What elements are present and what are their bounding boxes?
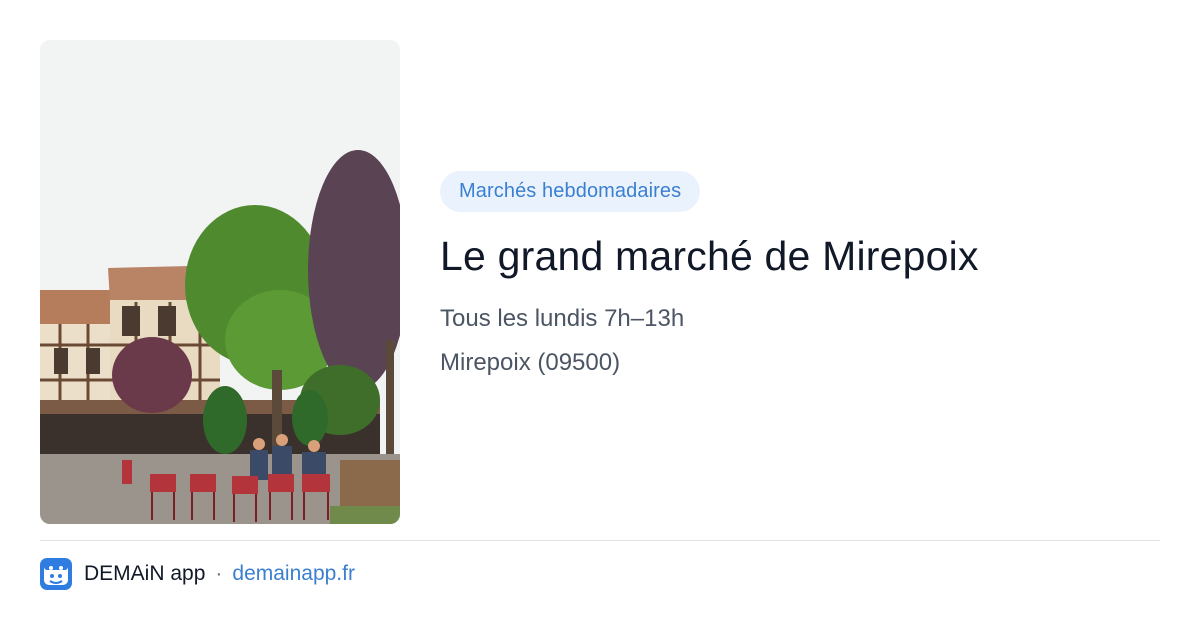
- market-title: Le grand marché de Mirepoix: [440, 233, 979, 279]
- share-card: Marchés hebdomadaires Le grand marché de…: [0, 0, 1200, 630]
- market-square-photo: [40, 40, 400, 524]
- domain-link[interactable]: demainapp.fr: [232, 562, 355, 586]
- market-location: Mirepoix (09500): [440, 349, 621, 376]
- footer-separator: ·: [215, 562, 223, 585]
- footer-divider: [40, 540, 1160, 541]
- category-badge[interactable]: Marchés hebdomadaires: [440, 171, 701, 212]
- market-schedule: Tous les lundis 7h–13h: [440, 305, 685, 332]
- footer: DEMAiN app · demainapp.fr: [40, 558, 355, 590]
- demain-app-logo-icon: [40, 558, 72, 590]
- app-name: DEMAiN app: [84, 562, 206, 585]
- market-details: Marchés hebdomadaires Le grand marché de…: [440, 171, 1160, 378]
